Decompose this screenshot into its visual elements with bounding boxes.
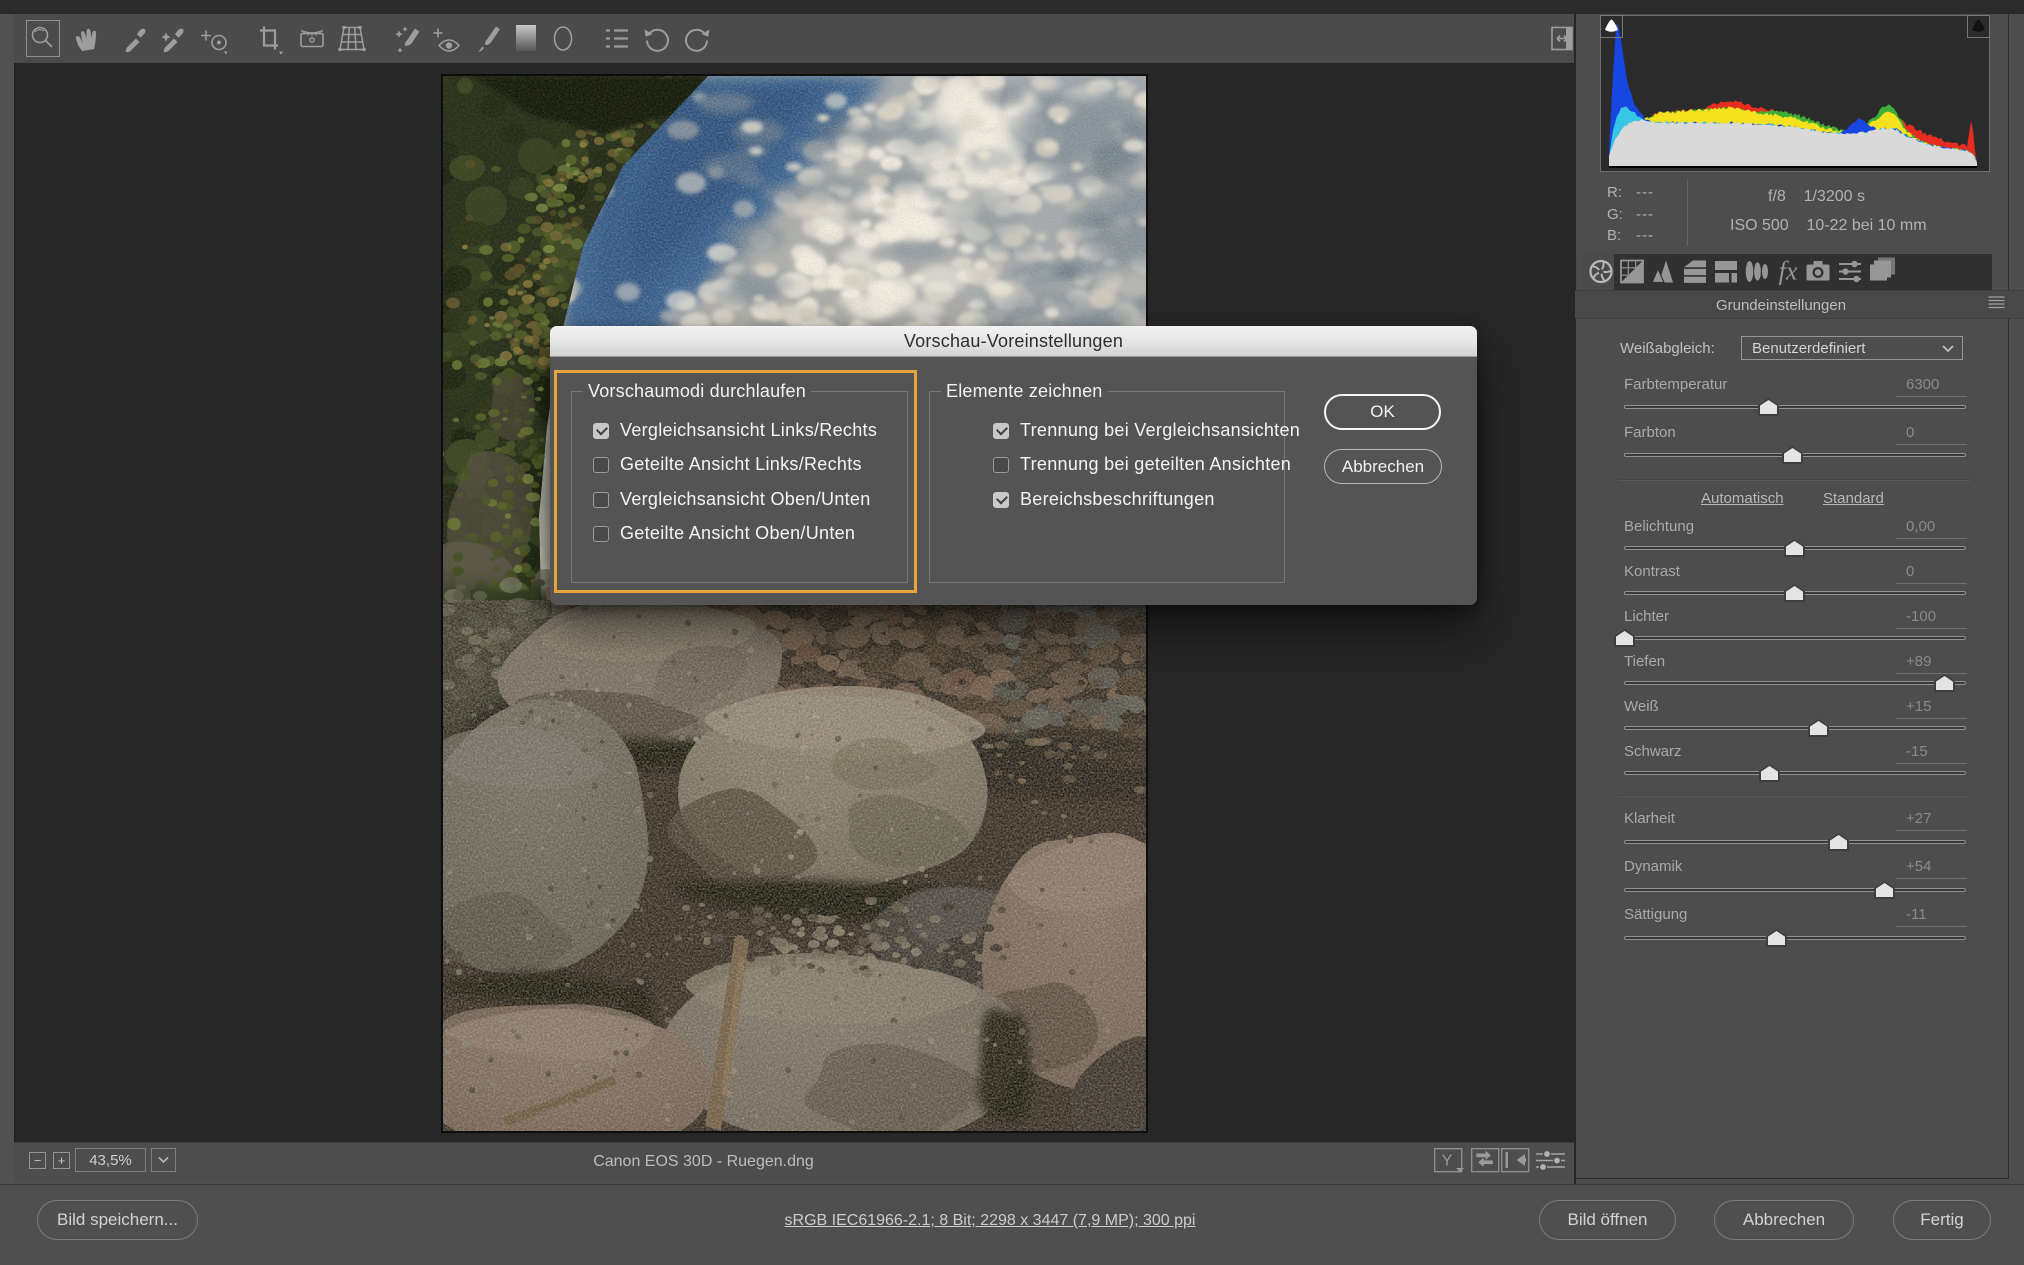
svg-text:fx: fx: [1779, 257, 1798, 286]
svg-text:Y: Y: [1442, 1153, 1453, 1170]
